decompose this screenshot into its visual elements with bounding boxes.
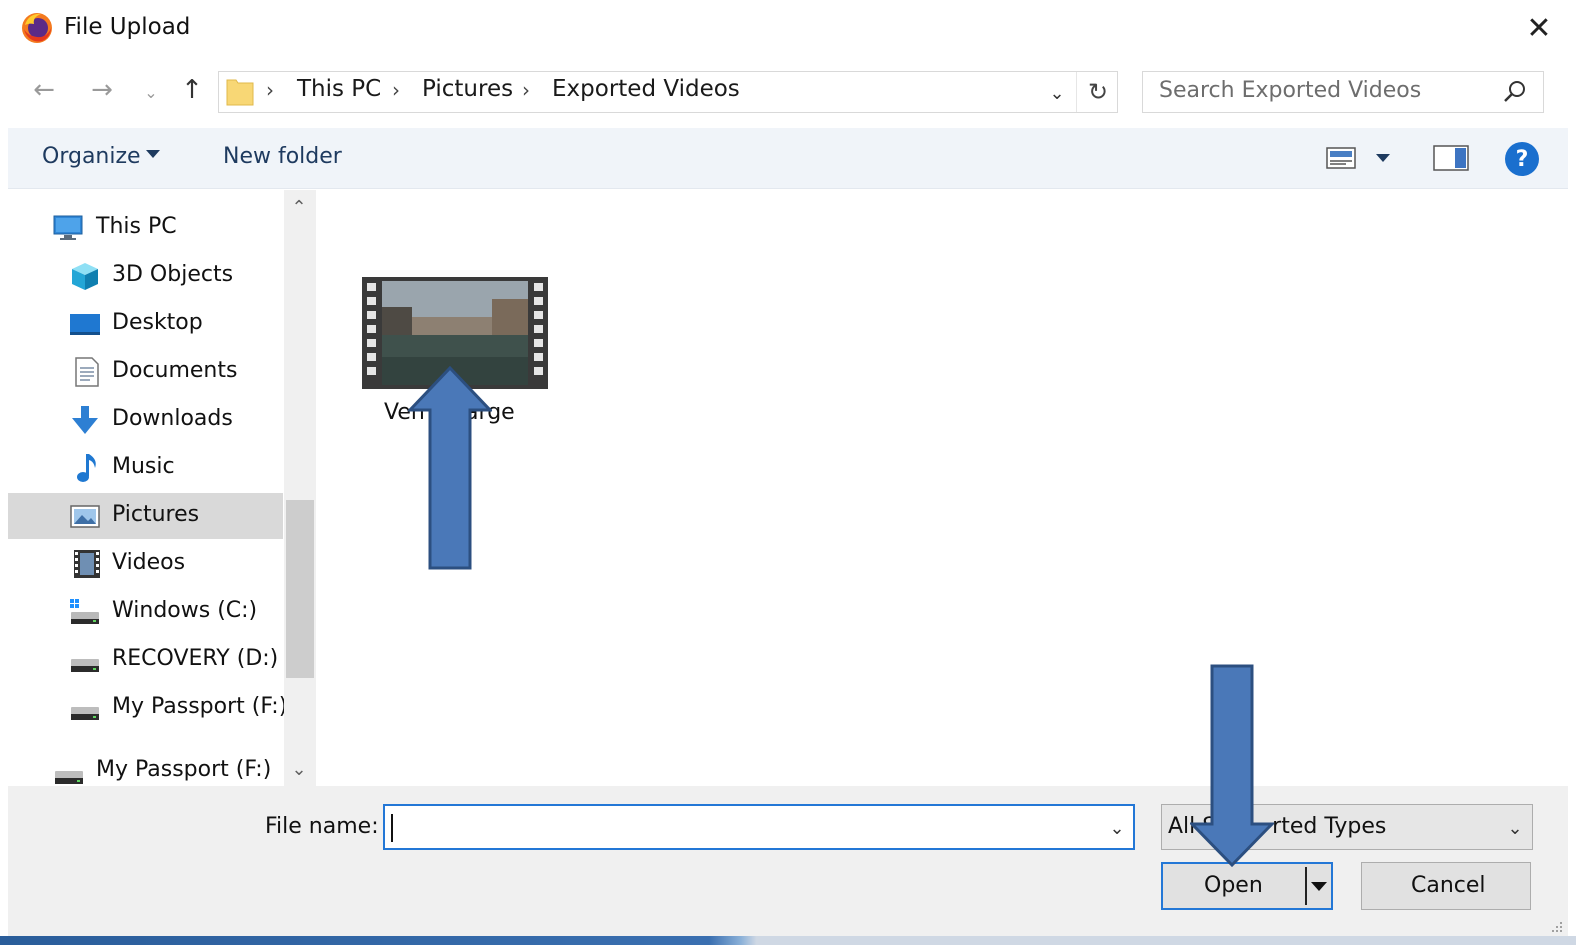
nav-item-label: 3D Objects xyxy=(112,262,234,287)
search-placeholder: Search Exported Videos xyxy=(1159,78,1422,103)
breadcrumb-separator: › xyxy=(392,78,400,102)
folder-icon xyxy=(226,79,254,106)
resize-grip-icon[interactable] xyxy=(1548,918,1564,934)
title-bar xyxy=(0,0,1576,58)
document-icon xyxy=(75,357,99,387)
preview-pane-icon[interactable] xyxy=(1433,145,1469,171)
download-arrow-icon xyxy=(72,406,98,434)
change-view-icon[interactable] xyxy=(1326,146,1356,170)
cube-icon xyxy=(72,263,98,290)
nav-scrollbar[interactable] xyxy=(284,190,316,786)
organize-caret-icon[interactable] xyxy=(146,150,160,158)
open-button-divider xyxy=(1305,867,1307,905)
file-name-label-text: File name: xyxy=(265,814,379,839)
organize-button[interactable]: Organize xyxy=(42,144,141,169)
file-name-input[interactable] xyxy=(383,804,1135,850)
breadcrumb-exported-videos[interactable]: Exported Videos xyxy=(552,76,740,102)
drive-icon xyxy=(55,771,83,784)
new-folder-button[interactable]: New folder xyxy=(223,144,342,169)
drive-icon xyxy=(71,707,99,720)
annotation-down-arrow xyxy=(1190,664,1274,868)
nav-item-label: Downloads xyxy=(112,406,233,431)
annotation-up-arrow xyxy=(408,366,492,570)
breadcrumb-separator: › xyxy=(266,78,274,102)
recent-locations-chevron-icon[interactable]: ⌄ xyxy=(138,72,164,112)
open-options-caret-icon[interactable] xyxy=(1311,882,1327,891)
computer-icon xyxy=(53,215,83,240)
nav-item-label: This PC xyxy=(96,214,177,239)
file-name-dropdown-chevron-icon[interactable]: ⌄ xyxy=(1104,814,1130,842)
open-button-label: Open xyxy=(1204,873,1263,898)
view-options-caret-icon[interactable] xyxy=(1376,154,1390,162)
nav-item-label: Videos xyxy=(112,550,186,575)
firefox-icon xyxy=(22,13,52,43)
scroll-up-chevron-icon[interactable]: ⌃ xyxy=(288,194,310,220)
nav-item-label: Documents xyxy=(112,358,238,383)
forward-arrow-icon[interactable]: → xyxy=(82,70,122,110)
breadcrumb-pictures[interactable]: Pictures xyxy=(422,76,513,102)
back-arrow-icon[interactable]: ← xyxy=(24,70,64,110)
picture-icon xyxy=(70,505,100,528)
drive-icon xyxy=(71,659,99,672)
scroll-down-chevron-icon[interactable]: ⌄ xyxy=(288,756,310,782)
up-arrow-icon[interactable]: ↑ xyxy=(172,70,212,110)
desktop-icon xyxy=(70,314,100,335)
windows-drive-icon xyxy=(70,599,99,624)
address-history-chevron-icon[interactable]: ⌄ xyxy=(1042,78,1072,108)
nav-item-label: My Passport (F:) xyxy=(112,694,288,719)
close-button[interactable]: ✕ xyxy=(1514,6,1564,50)
help-icon[interactable]: ? xyxy=(1505,142,1539,176)
breadcrumb-separator: › xyxy=(522,78,530,102)
text-cursor xyxy=(391,814,393,842)
window-title: File Upload xyxy=(64,14,191,40)
nav-item-label: Pictures xyxy=(112,502,200,527)
film-icon xyxy=(74,550,100,578)
music-note-icon xyxy=(77,454,96,482)
taskbar-strip xyxy=(0,936,1576,945)
nav-item-label: Music xyxy=(112,454,175,479)
search-icon[interactable] xyxy=(1500,77,1530,107)
breadcrumb-this-pc[interactable]: This PC xyxy=(297,76,381,102)
address-divider xyxy=(1076,72,1077,112)
nav-item-label: Windows (C:) xyxy=(112,598,258,623)
nav-item-label: My Passport (F:) xyxy=(96,757,272,782)
file-type-chevron-icon[interactable]: ⌄ xyxy=(1502,814,1528,842)
refresh-icon[interactable]: ↻ xyxy=(1080,72,1116,112)
nav-item-label: Desktop xyxy=(112,310,203,335)
nav-scrollbar-thumb[interactable] xyxy=(286,500,314,678)
cancel-button-label: Cancel xyxy=(1411,873,1486,898)
nav-item-label: RECOVERY (D:) xyxy=(112,646,279,671)
